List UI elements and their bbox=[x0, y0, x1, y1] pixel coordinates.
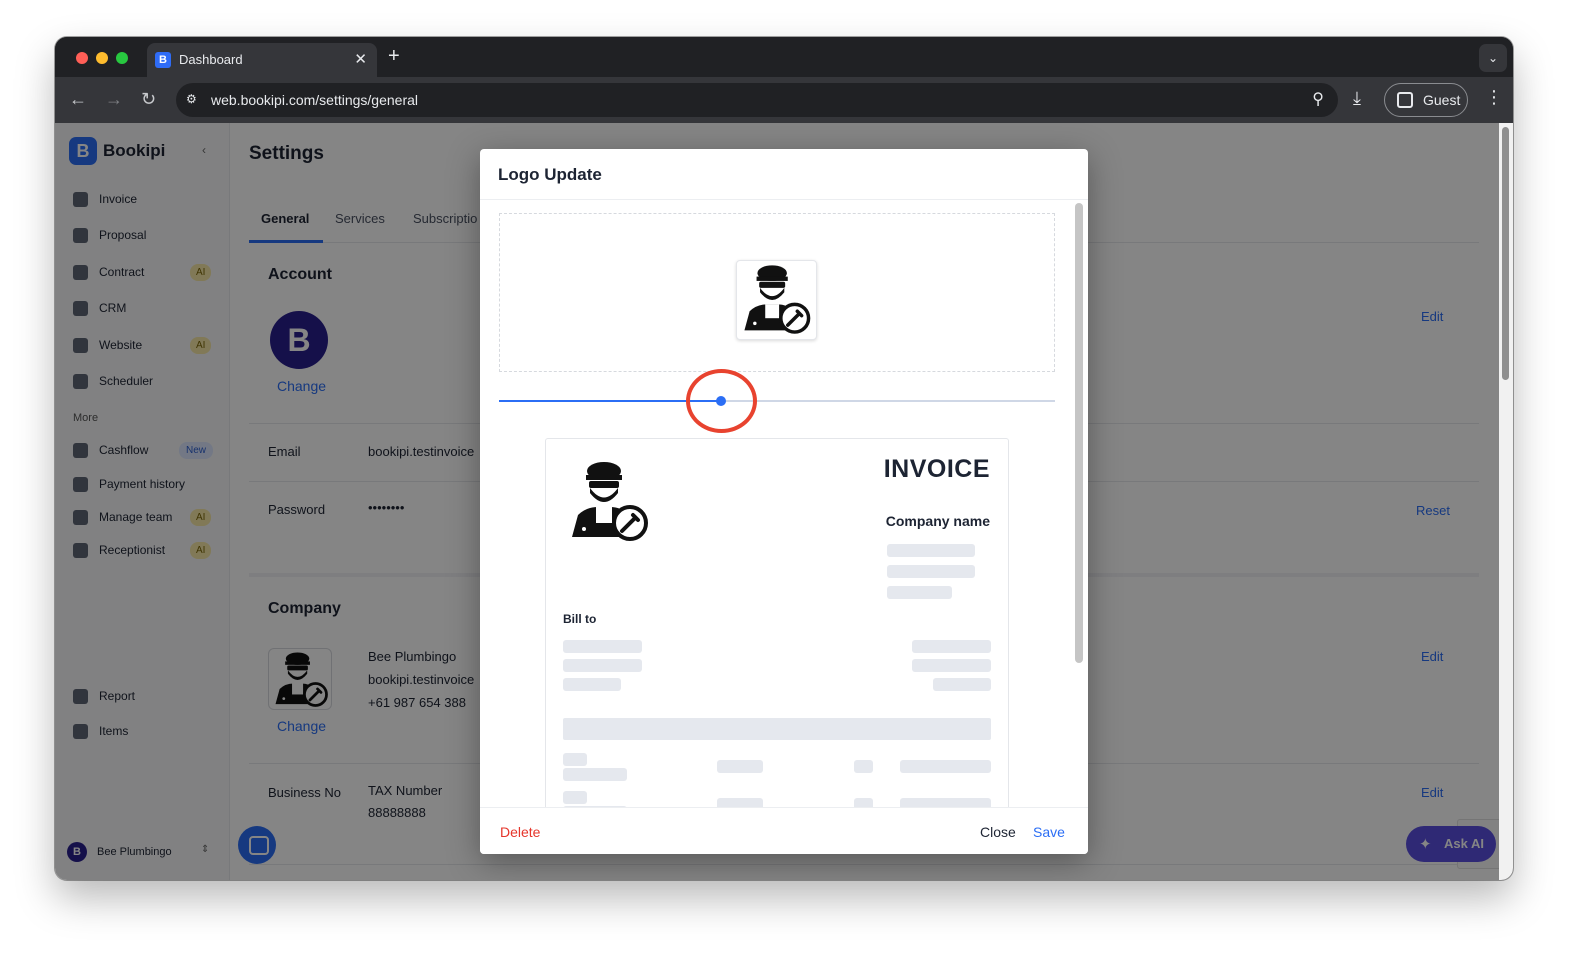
logo-preview-image bbox=[736, 260, 817, 340]
page-scrollbar[interactable] bbox=[1499, 123, 1513, 880]
skeleton-line bbox=[912, 659, 991, 672]
browser-window: B Dashboard ✕ + ⌄ ← → ↻ ⚙ web.bookipi.co… bbox=[55, 37, 1513, 880]
logo-crop-area[interactable] bbox=[499, 213, 1055, 372]
invoice-logo-image bbox=[564, 457, 654, 547]
skeleton-line bbox=[887, 586, 952, 599]
save-button[interactable]: Save bbox=[1033, 824, 1065, 840]
skeleton-line bbox=[563, 659, 642, 672]
tab-strip: B Dashboard ✕ + ⌄ bbox=[55, 37, 1513, 77]
skeleton-line bbox=[887, 544, 975, 557]
browser-menu-icon[interactable]: ⋮ bbox=[1485, 87, 1503, 108]
delete-button[interactable]: Delete bbox=[500, 824, 540, 840]
highlight-ring bbox=[686, 369, 757, 433]
skeleton-line bbox=[887, 565, 975, 578]
skeleton-line bbox=[717, 760, 763, 773]
profile-icon bbox=[1397, 92, 1413, 108]
skeleton-table-header bbox=[563, 718, 991, 740]
tab-close-icon[interactable]: ✕ bbox=[354, 50, 367, 68]
skeleton-line bbox=[563, 640, 642, 653]
skeleton-line bbox=[563, 768, 627, 781]
browser-toolbar: ← → ↻ ⚙ web.bookipi.com/settings/general… bbox=[55, 77, 1513, 123]
profile-label: Guest bbox=[1423, 92, 1461, 108]
skeleton-line bbox=[563, 791, 587, 804]
invoice-company-name: Company name bbox=[885, 513, 990, 529]
new-tab-button[interactable]: + bbox=[388, 46, 400, 66]
zoom-icon[interactable]: ⚲ bbox=[1312, 89, 1324, 109]
back-arrow-icon[interactable]: ← bbox=[69, 89, 87, 109]
skeleton-line bbox=[900, 760, 991, 773]
web-page: B Bookipi ‹ Invoice Proposal Contract AI… bbox=[55, 123, 1499, 880]
skeleton-line bbox=[563, 753, 587, 766]
address-url[interactable]: web.bookipi.com/settings/general bbox=[211, 92, 418, 108]
logo-zoom-slider[interactable] bbox=[499, 391, 1055, 411]
address-bar[interactable]: ⚙ web.bookipi.com/settings/general ⚲ bbox=[176, 83, 1338, 117]
browser-tab-dashboard[interactable]: B Dashboard ✕ bbox=[147, 43, 377, 77]
plumber-logo-icon bbox=[572, 462, 648, 541]
profile-button[interactable]: Guest bbox=[1384, 83, 1468, 117]
invoice-bill-to: Bill to bbox=[563, 612, 597, 626]
bookipi-favicon-icon: B bbox=[155, 52, 171, 68]
maximize-window-button[interactable] bbox=[116, 52, 128, 64]
tab-search-button[interactable]: ⌄ bbox=[1479, 44, 1507, 72]
divider bbox=[480, 199, 1088, 200]
reload-icon[interactable]: ↻ bbox=[141, 89, 156, 109]
skeleton-line bbox=[563, 678, 621, 691]
logo-update-modal: Logo Update INVOICE Company name Bill to… bbox=[480, 149, 1088, 854]
scrollbar-thumb[interactable] bbox=[1502, 127, 1509, 380]
skeleton-line bbox=[854, 760, 873, 773]
tab-title: Dashboard bbox=[179, 52, 243, 67]
skeleton-line bbox=[912, 640, 991, 653]
site-info-icon[interactable]: ⚙ bbox=[186, 92, 202, 108]
forward-arrow-icon[interactable]: → bbox=[105, 89, 123, 109]
modal-title: Logo Update bbox=[498, 165, 602, 184]
close-button[interactable]: Close bbox=[980, 824, 1016, 840]
download-icon[interactable]: ⤓ bbox=[1353, 88, 1361, 109]
plumber-logo-icon bbox=[744, 265, 811, 334]
modal-scrollbar[interactable] bbox=[1075, 203, 1083, 663]
skeleton-line bbox=[933, 678, 991, 691]
minimize-window-button[interactable] bbox=[96, 52, 108, 64]
invoice-preview: INVOICE Company name Bill to bbox=[545, 438, 1009, 828]
modal-footer: Delete Close Save bbox=[480, 807, 1088, 854]
invoice-title: INVOICE bbox=[883, 455, 990, 483]
close-window-button[interactable] bbox=[76, 52, 88, 64]
